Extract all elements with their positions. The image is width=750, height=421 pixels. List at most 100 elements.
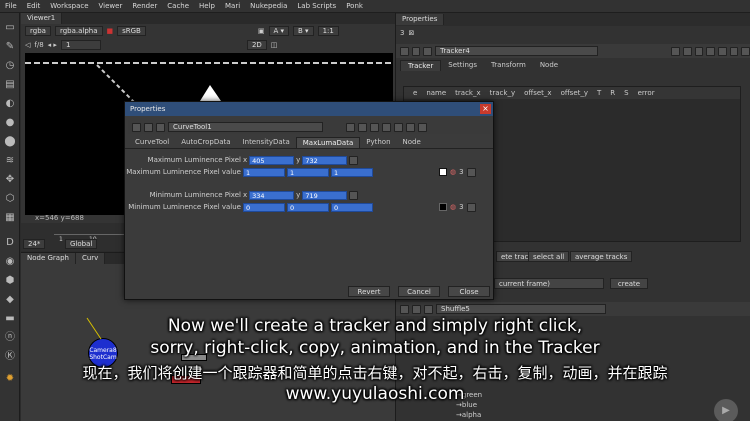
dlg-help-icon[interactable] (394, 122, 403, 132)
min-pixel-y-input[interactable]: 719 (302, 190, 348, 200)
frame-dropdown[interactable]: current frame) (494, 278, 604, 289)
scope-dropdown[interactable]: Global (65, 239, 98, 249)
draw-tool-icon[interactable]: ✎ (3, 40, 17, 54)
curvetool-name-field[interactable]: CurveTool1 (168, 122, 323, 132)
revert-button[interactable]: Revert (348, 286, 390, 297)
keyer-tool-icon[interactable]: ⬤ (3, 135, 17, 149)
tab-viewer[interactable]: Viewer1 (21, 13, 63, 24)
deep-tool-icon[interactable]: D (3, 236, 17, 250)
frame-input[interactable]: 1 (60, 40, 101, 50)
min-pixel-anim-icon[interactable] (349, 190, 359, 200)
menu-file[interactable]: File (0, 2, 22, 10)
max-color-swatch[interactable] (439, 168, 447, 176)
tab-tracker[interactable]: Tracker (400, 60, 442, 71)
max-color-wheel-icon[interactable]: ◍ (450, 168, 456, 176)
merge-tool-icon[interactable]: ≋ (3, 154, 17, 168)
dlg-collapse-icon[interactable] (132, 122, 141, 132)
color-tool-icon[interactable]: ◐ (3, 97, 17, 111)
min-pixel-x-input[interactable]: 334 (249, 190, 295, 200)
image-tool-icon[interactable]: ▭ (3, 21, 17, 35)
help-icon[interactable] (717, 46, 727, 56)
tab-node[interactable]: Node (533, 60, 565, 71)
fstop-value[interactable]: f/8 (34, 41, 43, 49)
tab-autocropdata[interactable]: AutoCropData (175, 137, 236, 148)
dlg-color-icon[interactable] (346, 122, 355, 132)
min-color-wheel-icon[interactable]: ◍ (450, 203, 456, 211)
tab-settings[interactable]: Settings (441, 60, 484, 71)
dlg-close-icon[interactable] (418, 122, 427, 132)
max-pixel-anim-icon[interactable] (349, 155, 359, 165)
colorspace-dropdown[interactable]: sRGB (117, 26, 146, 36)
dlg-node-icon[interactable] (156, 122, 165, 132)
particles-tool-icon[interactable]: ⬢ (3, 274, 17, 288)
menu-render[interactable]: Render (127, 2, 162, 10)
menu-cache[interactable]: Cache (162, 2, 194, 10)
clear-panels-icon[interactable]: ⊠ (408, 29, 414, 37)
min-value-g[interactable]: 0 (287, 202, 329, 212)
close-button[interactable]: Close (448, 286, 490, 297)
max-panels-icon[interactable]: 3 (400, 29, 404, 37)
select-all-button[interactable]: select all (528, 251, 570, 262)
max-pixel-y-input[interactable]: 732 (302, 155, 348, 165)
dlg-undo-icon[interactable] (370, 122, 379, 132)
tab-node-graph[interactable]: Node Graph (21, 253, 76, 264)
average-tracks-button[interactable]: average tracks (570, 251, 633, 262)
filter-tool-icon[interactable]: ● (3, 116, 17, 130)
3d-tool-icon[interactable]: ⬡ (3, 192, 17, 206)
dlg-hide-icon[interactable] (144, 122, 153, 132)
gain-slider-icon[interactable]: ◂ ▸ (48, 41, 57, 49)
min-value-b[interactable]: 0 (331, 202, 373, 212)
undo-icon[interactable] (694, 46, 704, 56)
max-value-r[interactable]: 1 (243, 167, 285, 177)
menu-viewer[interactable]: Viewer (94, 2, 128, 10)
channels-dropdown[interactable]: rgba (25, 26, 51, 36)
max-channel-count[interactable]: 3 (459, 168, 463, 176)
collapse-icon[interactable] (400, 46, 409, 56)
hide-icon[interactable] (411, 46, 421, 56)
eye-tool-icon[interactable]: ◉ (3, 255, 17, 269)
transform-tool-icon[interactable]: ✥ (3, 173, 17, 187)
overlay-icon[interactable]: ▣ (258, 27, 265, 35)
tab-python[interactable]: Python (360, 137, 396, 148)
min-value-r[interactable]: 0 (243, 202, 285, 212)
max-pixel-x-input[interactable]: 405 (249, 155, 295, 165)
shuffle-hide-icon[interactable] (412, 304, 421, 314)
tab-properties[interactable]: Properties (396, 14, 445, 25)
menu-ponk[interactable]: Ponk (341, 2, 368, 10)
min-value-anim-icon[interactable] (466, 202, 476, 212)
shuffle-name-field[interactable]: Shuffle5 (436, 304, 606, 314)
shuffle-collapse-icon[interactable] (400, 304, 409, 314)
menu-workspace[interactable]: Workspace (45, 2, 93, 10)
alpha-dropdown[interactable]: rgba.alpha (54, 26, 103, 36)
menu-help[interactable]: Help (194, 2, 220, 10)
toolsets-tool-icon[interactable]: ◆ (3, 293, 17, 307)
cancel-button[interactable]: Cancel (398, 286, 440, 297)
tab-curvetool[interactable]: CurveTool (129, 137, 175, 148)
tab-maxlumadata[interactable]: MaxLumaData (295, 137, 361, 148)
camera-icon[interactable]: ◫ (271, 41, 278, 49)
shuffle-node-icon[interactable] (424, 304, 433, 314)
dialog-titlebar[interactable]: Properties × (125, 102, 493, 116)
compare-dropdown[interactable]: A ▾ (268, 26, 290, 36)
fps-dropdown[interactable]: 24* (23, 239, 46, 249)
close-icon[interactable] (741, 46, 750, 56)
views-tool-icon[interactable]: ▦ (3, 211, 17, 225)
float-icon[interactable] (729, 46, 739, 56)
max-value-g[interactable]: 1 (287, 167, 329, 177)
menu-nukepedia[interactable]: Nukepedia (245, 2, 292, 10)
menu-edit[interactable]: Edit (22, 2, 46, 10)
channel-tool-icon[interactable]: ▤ (3, 78, 17, 92)
dlg-float-icon[interactable] (406, 122, 415, 132)
max-value-b[interactable]: 1 (331, 167, 373, 177)
b-dropdown[interactable]: B ▾ (293, 26, 314, 36)
menu-mari[interactable]: Mari (220, 2, 245, 10)
dlg-redo-icon[interactable] (382, 122, 391, 132)
dlg-color2-icon[interactable] (358, 122, 367, 132)
min-channel-count[interactable]: 3 (459, 203, 463, 211)
time-tool-icon[interactable]: ◷ (3, 59, 17, 73)
max-value-anim-icon[interactable] (466, 167, 476, 177)
redo-icon[interactable] (706, 46, 715, 56)
color-icon[interactable] (671, 46, 680, 56)
node-icon[interactable] (423, 46, 433, 56)
tracker-name-field[interactable]: Tracker4 (435, 46, 599, 56)
